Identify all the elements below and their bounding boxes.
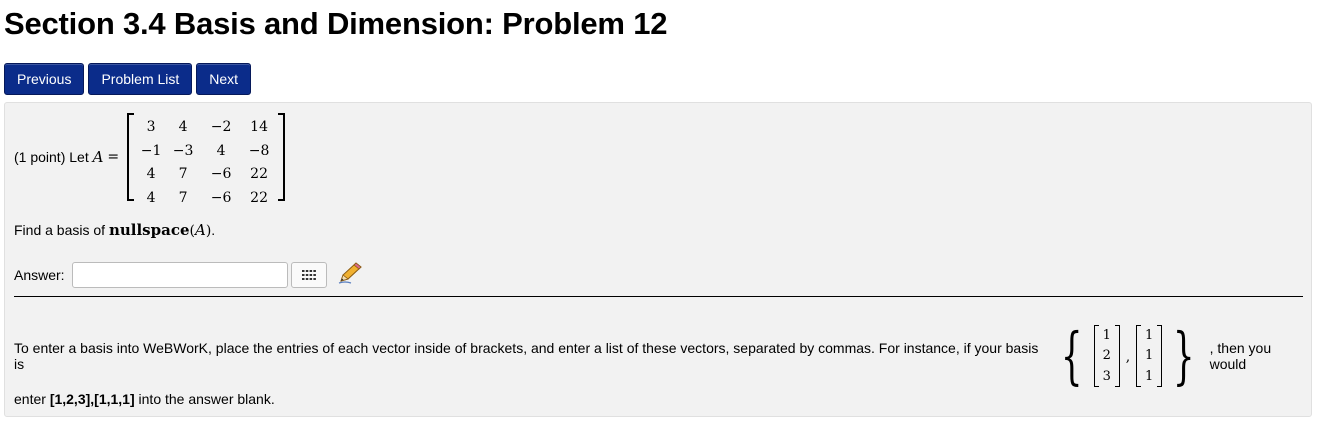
matrix-entry: 4	[178, 119, 188, 135]
help-enter: enter	[14, 391, 46, 407]
example-answer: [1,2,3],[1,1,1]	[49, 391, 135, 407]
matrix-entry: 4	[146, 189, 156, 206]
matrix-entry-button[interactable]	[290, 261, 327, 288]
matrix-variable: A	[92, 148, 104, 166]
problem-body: (1 point) Let A = 3 4 −2 14 −1 −3 4 −8 4 7 −6 22 4 7 −…	[4, 102, 1312, 417]
nullspace-text: nullspace	[108, 221, 190, 239]
help-text: To enter a basis into WeBWorK, place the…	[14, 340, 1039, 372]
matrix-entry: −8	[248, 142, 270, 159]
matrix-entry: 7	[178, 166, 188, 182]
matrix-a: 3 4 −2 14 −1 −3 4 −8 4 7 −6 22 4 7 −6 22	[127, 113, 286, 206]
comma: ,	[1125, 349, 1131, 365]
answer-label: Answer:	[14, 266, 65, 283]
left-bracket	[127, 113, 135, 201]
matrix-definition: (1 point) Let A = 3 4 −2 14 −1 −3 4 −8 4 7 −6 22 4 7 −…	[14, 113, 286, 206]
answer-input[interactable]	[71, 261, 288, 288]
matrix-entry: 4	[216, 142, 226, 159]
vector-entry: 1	[1145, 348, 1154, 364]
matrix-entry: −3	[172, 142, 194, 159]
matrix-entry: 14	[250, 119, 268, 135]
vector-entry: 1	[1102, 327, 1111, 343]
find-suffix: .	[211, 222, 216, 238]
vector-entry: 3	[1102, 369, 1111, 385]
help-line-2: enter [1,2,3],[1,1,1] into the answer bl…	[14, 391, 275, 407]
matrix-entry: −2	[210, 119, 232, 135]
matrix-entry: −6	[210, 189, 232, 206]
example-vector-1: 1 2 3	[1093, 325, 1120, 387]
page-title: Section 3.4 Basis and Dimension: Problem…	[4, 6, 668, 41]
matrix-entry: 22	[250, 166, 268, 182]
matrix-entries: 3 4 −2 14 −1 −3 4 −8 4 7 −6 22 4 7 −6 22	[137, 119, 275, 213]
matrix-entry: 3	[146, 119, 156, 135]
right-brace: }	[1173, 319, 1195, 392]
points-label: (1 point) Let	[14, 149, 89, 165]
equals-sign: =	[107, 149, 120, 165]
vector-entry: 1	[1145, 369, 1154, 385]
pencil-icon[interactable]	[337, 261, 363, 288]
divider	[14, 296, 1303, 297]
previous-button[interactable]: Previous	[4, 63, 85, 95]
matrix-entry: −1	[140, 142, 162, 159]
matrix-entry: 4	[146, 166, 156, 182]
left-brace: {	[1061, 319, 1083, 392]
answer-row: Answer:	[14, 261, 363, 288]
example-basis: { 123 , 111 }	[1052, 325, 1203, 387]
vector-entry: 1	[1145, 327, 1154, 343]
example-vector-2: 1 1 1	[1136, 325, 1163, 387]
matrix-entry: −6	[210, 166, 232, 182]
grid-icon	[301, 269, 316, 280]
help-blank: into the answer blank.	[138, 391, 275, 407]
find-instruction: Find a basis of nullspace(A).	[14, 221, 215, 239]
next-button[interactable]: Next	[196, 63, 252, 95]
help-line-1: To enter a basis into WeBWorK, place the…	[14, 325, 1311, 387]
nullspace-arg-var: A	[194, 221, 206, 239]
matrix-entry: 7	[178, 189, 188, 206]
vector-entry: 2	[1102, 348, 1111, 364]
problem-list-button[interactable]: Problem List	[88, 63, 193, 95]
problem-nav: Previous Problem List Next	[4, 63, 252, 95]
nullspace-arg: (A)	[189, 221, 212, 239]
find-text: Find a basis of	[14, 222, 106, 238]
right-bracket	[278, 113, 286, 201]
matrix-entry: 22	[250, 189, 268, 206]
help-text-suffix: , then you would	[1209, 340, 1272, 372]
